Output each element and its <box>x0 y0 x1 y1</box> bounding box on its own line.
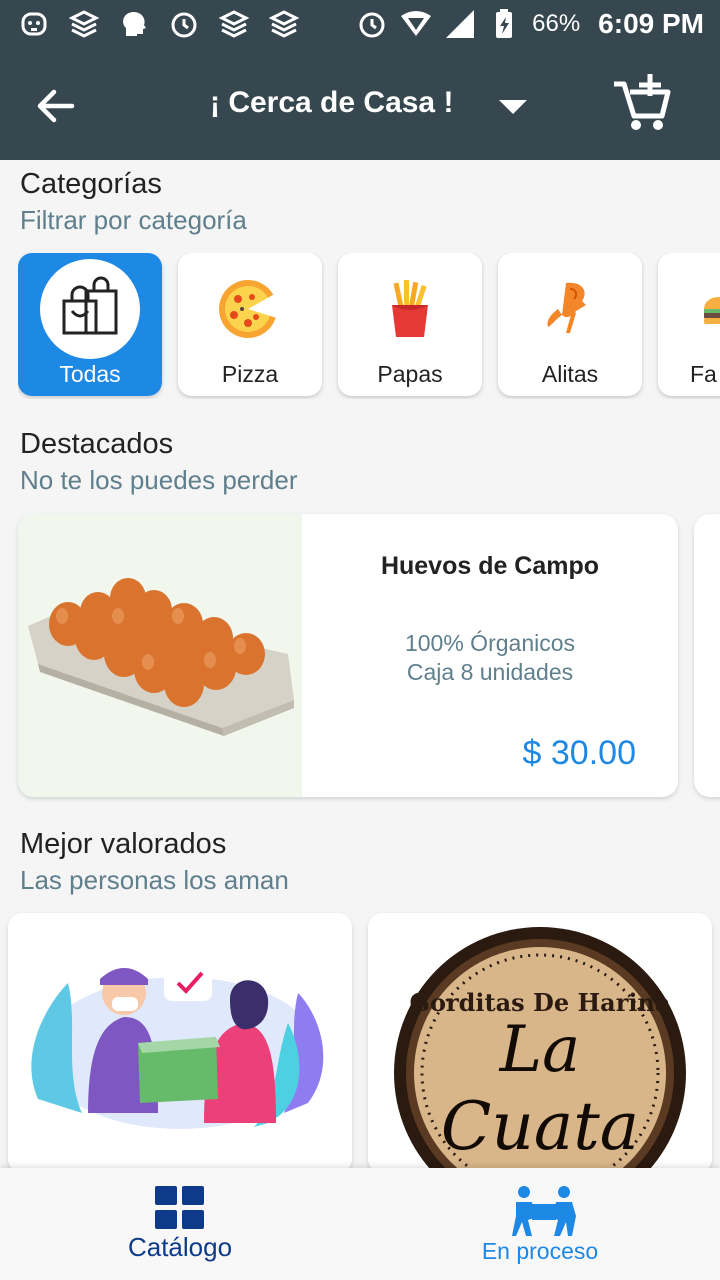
bottom-navigation: Catálogo En proceso <box>0 1168 720 1280</box>
top-rated-title: Mejor valorados <box>20 828 227 860</box>
shopping-bags-icon <box>62 276 118 335</box>
top-rated-card[interactable] <box>8 913 352 1173</box>
grid-icon <box>155 1186 204 1229</box>
category-pizza[interactable]: Pizza <box>178 253 322 396</box>
fries-icon <box>392 280 428 337</box>
dog-app-icon <box>18 8 50 40</box>
category-label: Alitas <box>541 361 599 387</box>
back-button[interactable] <box>30 80 82 132</box>
wifi-icon <box>400 8 432 40</box>
head-app-icon <box>118 8 150 40</box>
clock: 6:09 PM <box>598 8 704 39</box>
nav-label: En proceso <box>481 1238 599 1264</box>
categories-subtitle: Filtrar por categoría <box>20 205 247 235</box>
logo-main-text-1: La <box>499 1013 581 1087</box>
product-price: $ 30.00 <box>522 734 636 772</box>
category-alitas[interactable]: Alitas <box>498 253 642 396</box>
signal-icon <box>444 8 476 40</box>
pizza-icon <box>219 280 280 338</box>
nav-label: Catálogo <box>127 1232 233 1262</box>
layers-app-icon <box>268 8 300 40</box>
movers-icon <box>512 1186 576 1236</box>
categories-list: Todas Pizza Papas Alitas Fa <box>18 253 720 399</box>
category-label: Todas <box>59 361 121 387</box>
alarm-app-icon <box>168 8 200 40</box>
category-label: Pizza <box>221 361 279 387</box>
dropdown-arrow-icon <box>499 100 527 114</box>
category-fa[interactable]: Fa <box>658 253 720 396</box>
page-title: ¡ Cerca de Casa ! <box>210 86 454 119</box>
categories-title: Categorías <box>20 168 162 200</box>
nav-catalogo[interactable]: Catálogo <box>0 1168 360 1280</box>
battery-percent: 66% <box>532 10 581 37</box>
featured-product-card[interactable]: Huevos de Campo 100% Órganicos Caja 8 un… <box>18 514 678 797</box>
delivery-illustration-image <box>31 965 324 1129</box>
logo-main-text-2: Cuata <box>441 1088 639 1165</box>
add-to-cart-icon <box>614 74 671 130</box>
category-papas[interactable]: Papas <box>338 253 482 396</box>
product-description: 100% Órganicos <box>404 630 576 656</box>
app-bar: ¡ Cerca de Casa ! <box>0 50 720 160</box>
category-label: Papas <box>377 361 443 387</box>
egg-carton-image <box>18 514 302 797</box>
layers-app-icon <box>68 8 100 40</box>
product-name: Huevos de Campo <box>380 552 600 580</box>
featured-subtitle: No te los puedes perder <box>20 465 298 495</box>
back-arrow-icon <box>37 89 75 123</box>
top-rated-subtitle: Las personas los aman <box>20 865 289 895</box>
alarm-icon <box>356 8 388 40</box>
layers-app-icon <box>218 8 250 40</box>
add-to-cart-button[interactable] <box>608 70 672 134</box>
category-label: Fa <box>690 361 717 387</box>
battery-charging-icon <box>488 8 520 40</box>
featured-product-card-next[interactable] <box>694 514 720 797</box>
location-dropdown[interactable] <box>496 90 530 124</box>
la-cuata-logo-image: Gorditas De Harina La Cuata <box>394 927 686 1173</box>
burger-icon <box>704 297 720 324</box>
nav-en-proceso[interactable]: En proceso <box>360 1168 720 1280</box>
category-todas[interactable]: Todas <box>18 253 162 396</box>
product-quantity: Caja 8 unidades <box>406 659 574 685</box>
top-rated-card[interactable]: Gorditas De Harina La Cuata <box>368 913 712 1173</box>
featured-title: Destacados <box>20 428 174 460</box>
status-bar: 66% 6:09 PM <box>0 0 720 50</box>
chicken-wing-icon <box>547 282 586 333</box>
